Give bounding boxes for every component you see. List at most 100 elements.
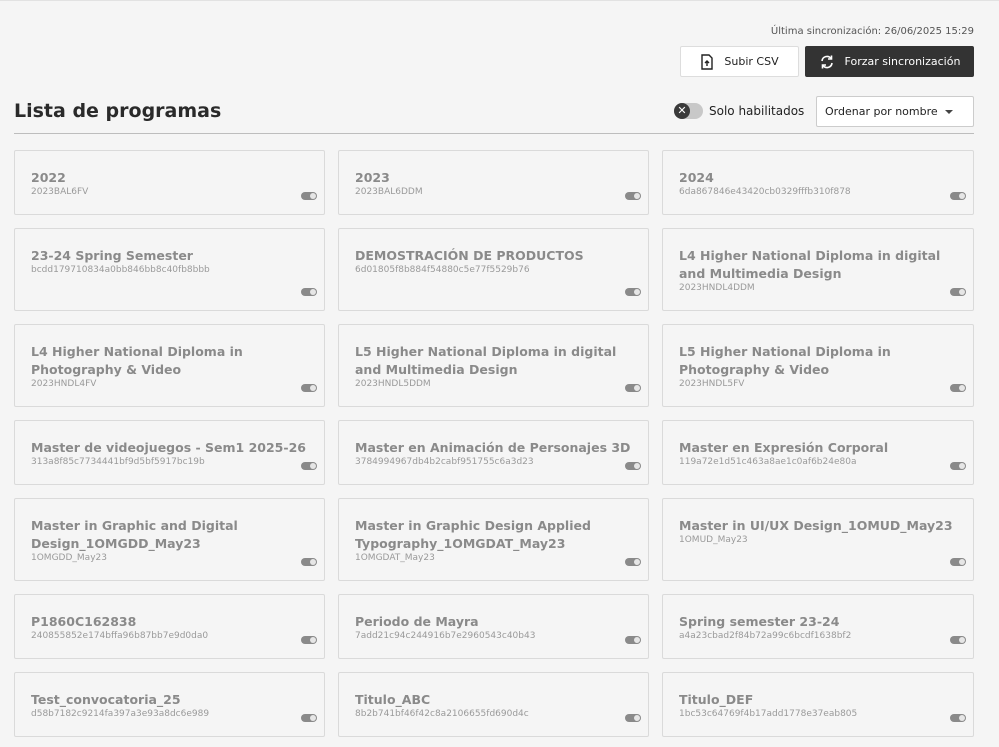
program-code: 6da867846e43420cb0329fffb310f878: [679, 187, 851, 197]
close-icon: ✕: [674, 103, 690, 119]
upload-csv-button[interactable]: Subir CSV: [680, 46, 799, 77]
upload-csv-label: Subir CSV: [724, 55, 779, 68]
program-code: 2023HNDL4DDM: [679, 283, 755, 293]
program-code: 240855852e174bffa96b87bb7e9d0da0: [31, 631, 209, 641]
program-card[interactable]: Periodo de Mayra 7add21c94c244916b7e29605…: [338, 594, 649, 659]
program-card[interactable]: DEMOSTRACIÓN DE PRODUCTOS 6d01805f8b884f5…: [338, 228, 649, 311]
program-card[interactable]: L5 Higher National Diploma in Photograph…: [662, 324, 974, 407]
program-toggle[interactable]: [950, 714, 966, 722]
program-name: Test_convocatoria_25: [31, 692, 181, 707]
program-code: 1OMGDD_May23: [31, 553, 107, 563]
title-divider: [14, 133, 974, 134]
program-card[interactable]: Master en Animación de Personajes 3D 3784…: [338, 420, 649, 485]
program-name: 2023: [355, 170, 390, 185]
program-name: Spring semester 23-24: [679, 614, 840, 629]
program-name: DEMOSTRACIÓN DE PRODUCTOS: [355, 248, 584, 263]
program-toggle[interactable]: [950, 462, 966, 470]
program-name: L4 Higher National Diploma in digital an…: [679, 248, 941, 281]
program-toggle[interactable]: [625, 288, 641, 296]
program-code: 2023BAL6FV: [31, 187, 89, 197]
program-card[interactable]: Titulo_DEF 1bc53c64769f4b17add1778e37eab8…: [662, 672, 974, 737]
program-name: L5 Higher National Diploma in Photograph…: [679, 344, 891, 377]
program-toggle[interactable]: [301, 192, 317, 200]
enabled-only-toggle[interactable]: ✕: [674, 103, 703, 119]
program-card[interactable]: Test_convocatoria_25 d58b7182c9214fa397a3…: [14, 672, 325, 737]
caret-down-icon: [945, 110, 953, 114]
program-name: L5 Higher National Diploma in digital an…: [355, 344, 617, 377]
program-grid: 2022 2023BAL6FV 2023 2023BAL6DDM 2024 6da8678…: [14, 150, 974, 737]
program-card[interactable]: Master in UI/UX Design_1OMUD_May23 1OMUD_…: [662, 498, 974, 581]
program-card[interactable]: Spring semester 23-24 a4a23cbad2f84b72a99…: [662, 594, 974, 659]
program-name: Titulo_DEF: [679, 692, 754, 707]
program-name: L4 Higher National Diploma in Photograph…: [31, 344, 243, 377]
program-code: 3784994967db4b2cabf951755c6a3d23: [355, 457, 534, 467]
program-code: 2023HNDL5FV: [679, 379, 745, 389]
program-name: Periodo de Mayra: [355, 614, 479, 629]
program-name: Titulo_ABC: [355, 692, 431, 707]
program-code: 313a8f85c7734441bf9d5bf5917bc19b: [31, 457, 205, 467]
program-name: 2022: [31, 170, 66, 185]
program-toggle[interactable]: [950, 558, 966, 566]
program-toggle[interactable]: [301, 462, 317, 470]
program-card[interactable]: Master in Graphic and Digital Design_1OM…: [14, 498, 325, 581]
program-card[interactable]: P1860C162838 240855852e174bffa96b87bb7e9d…: [14, 594, 325, 659]
top-border: [0, 0, 999, 1]
program-toggle[interactable]: [625, 714, 641, 722]
program-name: 23-24 Spring Semester: [31, 248, 193, 263]
program-name: Master de videojuegos - Sem1 2025-26: [31, 440, 306, 455]
program-card[interactable]: Titulo_ABC 8b2b741bf46f42c8a2106655fd690d…: [338, 672, 649, 737]
program-toggle[interactable]: [625, 636, 641, 644]
sort-select-value: Ordenar por nombre: [825, 105, 938, 118]
program-code: d58b7182c9214fa397a3e93a8dc6e989: [31, 709, 210, 719]
program-card[interactable]: Master de videojuegos - Sem1 2025-26 313a…: [14, 420, 325, 485]
program-card[interactable]: 23-24 Spring Semester bcdd179710834a0bb84…: [14, 228, 325, 311]
page-title: Lista de programas: [14, 100, 222, 122]
enabled-only-label: Solo habilitados: [709, 104, 805, 118]
sync-icon: [820, 55, 833, 68]
program-code: 2023HNDL4FV: [31, 379, 97, 389]
program-card[interactable]: 2022 2023BAL6FV: [14, 150, 325, 215]
enabled-only-filter[interactable]: ✕ Solo habilitados: [674, 101, 804, 121]
program-name: Master in UI/UX Design_1OMUD_May23: [679, 518, 953, 533]
sort-select[interactable]: Ordenar por nombre: [816, 96, 974, 127]
program-toggle[interactable]: [950, 288, 966, 296]
program-name: Master in Graphic and Digital Design_1OM…: [31, 518, 238, 551]
program-toggle[interactable]: [301, 558, 317, 566]
program-toggle[interactable]: [625, 384, 641, 392]
program-card[interactable]: L4 Higher National Diploma in Photograph…: [14, 324, 325, 407]
program-code: 119a72e1d51c463a8ae1c0af6b24e80a: [679, 457, 857, 467]
program-name: Master in Graphic Design Applied Typogra…: [355, 518, 591, 551]
program-toggle[interactable]: [625, 192, 641, 200]
program-name: Master en Expresión Corporal: [679, 440, 889, 455]
program-card[interactable]: Master in Graphic Design Applied Typogra…: [338, 498, 649, 581]
program-card[interactable]: 2023 2023BAL6DDM: [338, 150, 649, 215]
program-card[interactable]: L4 Higher National Diploma in digital an…: [662, 228, 974, 311]
program-name: 2024: [679, 170, 714, 185]
force-sync-button[interactable]: Forzar sincronización: [805, 46, 974, 77]
program-code: 1OMUD_May23: [679, 535, 748, 545]
program-code: bcdd179710834a0bb846bb8c40fb8bbb: [31, 265, 210, 275]
program-toggle[interactable]: [625, 558, 641, 566]
program-toggle[interactable]: [301, 714, 317, 722]
program-name: Master en Animación de Personajes 3D: [355, 440, 631, 455]
program-code: 7add21c94c244916b7e2960543c40b43: [355, 631, 536, 641]
program-code: a4a23cbad2f84b72a99c6bcdf1638bf2: [679, 631, 852, 641]
program-name: P1860C162838: [31, 614, 137, 629]
program-toggle[interactable]: [301, 384, 317, 392]
program-toggle[interactable]: [950, 384, 966, 392]
last-sync-text: Última sincronización: 26/06/2025 15:29: [770, 26, 974, 37]
program-toggle[interactable]: [301, 636, 317, 644]
program-code: 6d01805f8b884f54880c5e77f5529b76: [355, 265, 530, 275]
program-card[interactable]: 2024 6da867846e43420cb0329fffb310f878: [662, 150, 974, 215]
program-toggle[interactable]: [625, 462, 641, 470]
program-code: 2023BAL6DDM: [355, 187, 423, 197]
program-code: 1OMGDAT_May23: [355, 553, 435, 563]
program-toggle[interactable]: [950, 636, 966, 644]
program-card[interactable]: L5 Higher National Diploma in digital an…: [338, 324, 649, 407]
program-toggle[interactable]: [301, 288, 317, 296]
program-code: 1bc53c64769f4b17add1778e37eab805: [679, 709, 858, 719]
file-upload-icon: [701, 53, 714, 70]
program-toggle[interactable]: [950, 192, 966, 200]
program-card[interactable]: Master en Expresión Corporal 119a72e1d51c…: [662, 420, 974, 485]
force-sync-label: Forzar sincronización: [844, 55, 961, 68]
